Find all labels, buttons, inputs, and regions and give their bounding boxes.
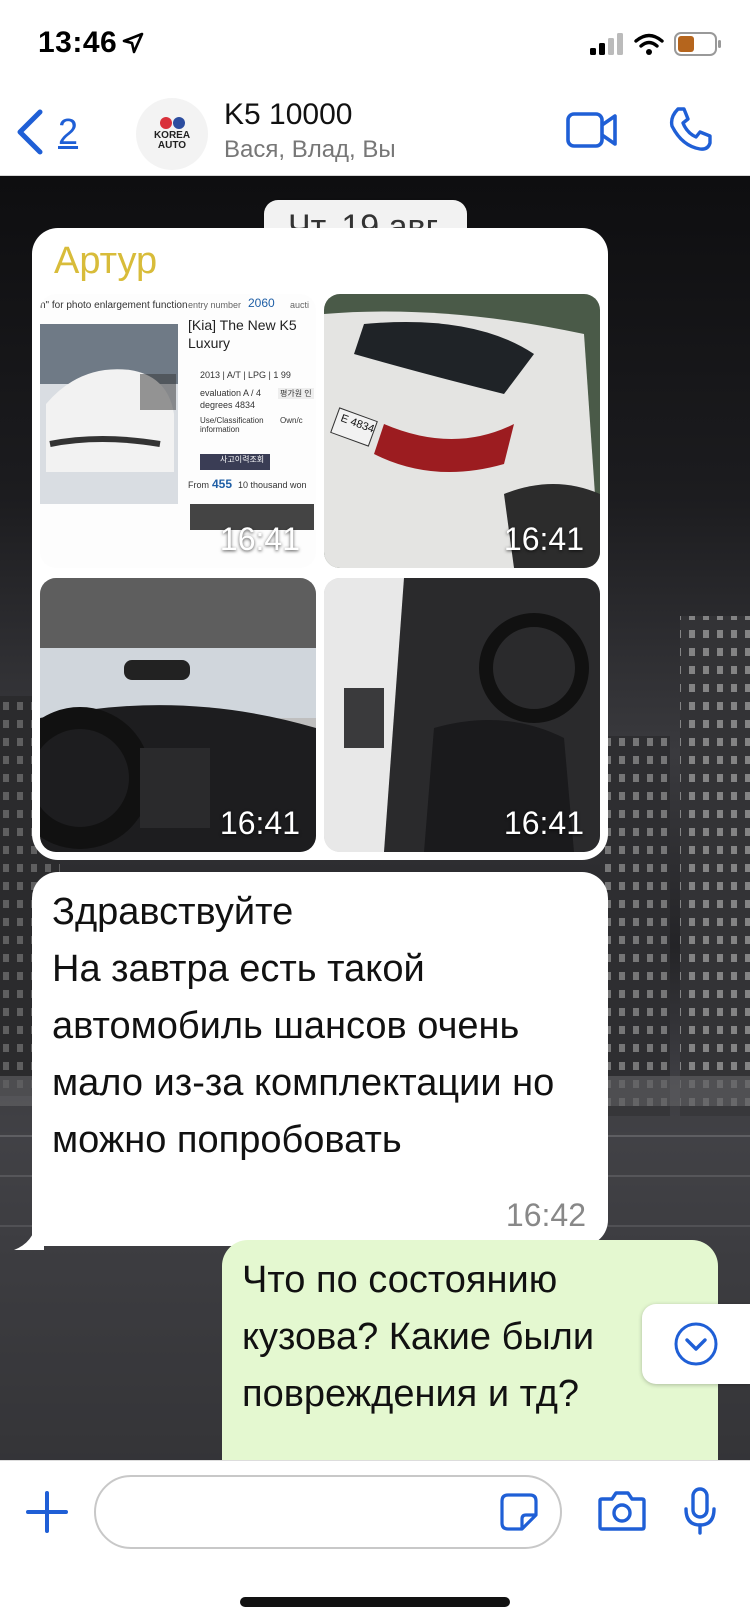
microphone-icon[interactable] — [682, 1487, 718, 1535]
listing-price-value: 455 — [212, 477, 233, 491]
photo-car-seat[interactable]: 16:41 — [324, 578, 600, 852]
listing-entry-number: 2060 — [248, 296, 275, 310]
photo-time: 16:41 — [503, 805, 584, 841]
chevron-down-icon — [674, 1322, 718, 1366]
home-indicator — [240, 1597, 510, 1607]
unread-count[interactable]: 2 — [58, 111, 78, 153]
message-time: 16:42 — [505, 1197, 586, 1233]
video-call-icon[interactable] — [566, 110, 618, 150]
message-input[interactable] — [94, 1475, 562, 1549]
listing-own: Own/c — [280, 416, 303, 425]
photo-listing-screenshot[interactable]: n" for photo enlargement function entry … — [40, 294, 316, 568]
phone-icon[interactable] — [668, 106, 712, 152]
listing-evaluation-button: 평가원 인 — [278, 388, 314, 399]
listing-hint: n" for photo enlargement function — [40, 300, 188, 311]
photo-message[interactable]: Артур n" for photo enlargement function … — [32, 228, 608, 860]
listing-use-class: Use/Classification information — [200, 416, 264, 434]
wifi-icon — [634, 33, 664, 55]
listing-auction-label: aucti — [290, 300, 310, 310]
listing-price-prefix: From — [188, 480, 209, 490]
chat-area[interactable]: Чт, 19 авг. Артур n" for photo enlargeme… — [0, 176, 750, 1460]
avatar[interactable]: KOREA AUTO — [136, 98, 208, 170]
signal-icon — [590, 33, 623, 55]
battery-icon — [674, 32, 721, 56]
camera-icon[interactable] — [598, 1489, 646, 1531]
listing-title: [Kia] The New K5 Luxury — [188, 317, 297, 351]
listing-evaluation: evaluation A / 4 — [200, 388, 262, 398]
photo-car-interior[interactable]: 16:41 — [40, 578, 316, 852]
sender-name[interactable]: Артур — [54, 240, 157, 283]
scroll-down-button[interactable] — [642, 1304, 750, 1384]
chat-header: 2 KOREA AUTO K5 10000 Вася, Влад, Вы — [0, 90, 750, 176]
chat-title[interactable]: K5 10000 — [224, 98, 352, 132]
photo-time: 16:41 — [503, 521, 584, 557]
location-arrow-icon — [122, 32, 144, 54]
listing-entry-label: entry number — [188, 300, 242, 310]
status-indicators — [590, 32, 722, 56]
back-button[interactable]: 2 — [14, 102, 104, 162]
sticker-icon[interactable] — [500, 1493, 538, 1531]
avatar-text-line2: AUTO — [157, 140, 187, 151]
listing-accident-button: 사고이력조회 — [220, 455, 265, 464]
photo-car-rear[interactable]: E 4834 16:41 — [324, 294, 600, 568]
listing-degrees: degrees 4834 — [200, 400, 256, 410]
incoming-message[interactable]: Здравствуйте На завтра есть такой автомо… — [32, 872, 608, 1246]
chat-members[interactable]: Вася, Влад, Вы — [224, 136, 396, 164]
avatar-logo-dots — [159, 117, 185, 129]
photo-time: 16:41 — [219, 805, 300, 841]
status-time: 13:46 — [38, 26, 118, 59]
listing-price-suffix: 10 thousand won — [238, 480, 307, 490]
message-text: Здравствуйте На завтра есть такой автомо… — [52, 891, 555, 1161]
message-composer — [0, 1460, 750, 1624]
back-chevron-icon — [17, 109, 43, 155]
message-text: Что по состоянию кузова? Какие были повр… — [242, 1259, 595, 1415]
listing-specs: 2013 | A/T | LPG | 1 99 — [200, 370, 291, 380]
plus-icon[interactable] — [26, 1491, 68, 1533]
photo-time: 16:41 — [219, 521, 300, 557]
status-bar: 13:46 — [0, 0, 750, 90]
